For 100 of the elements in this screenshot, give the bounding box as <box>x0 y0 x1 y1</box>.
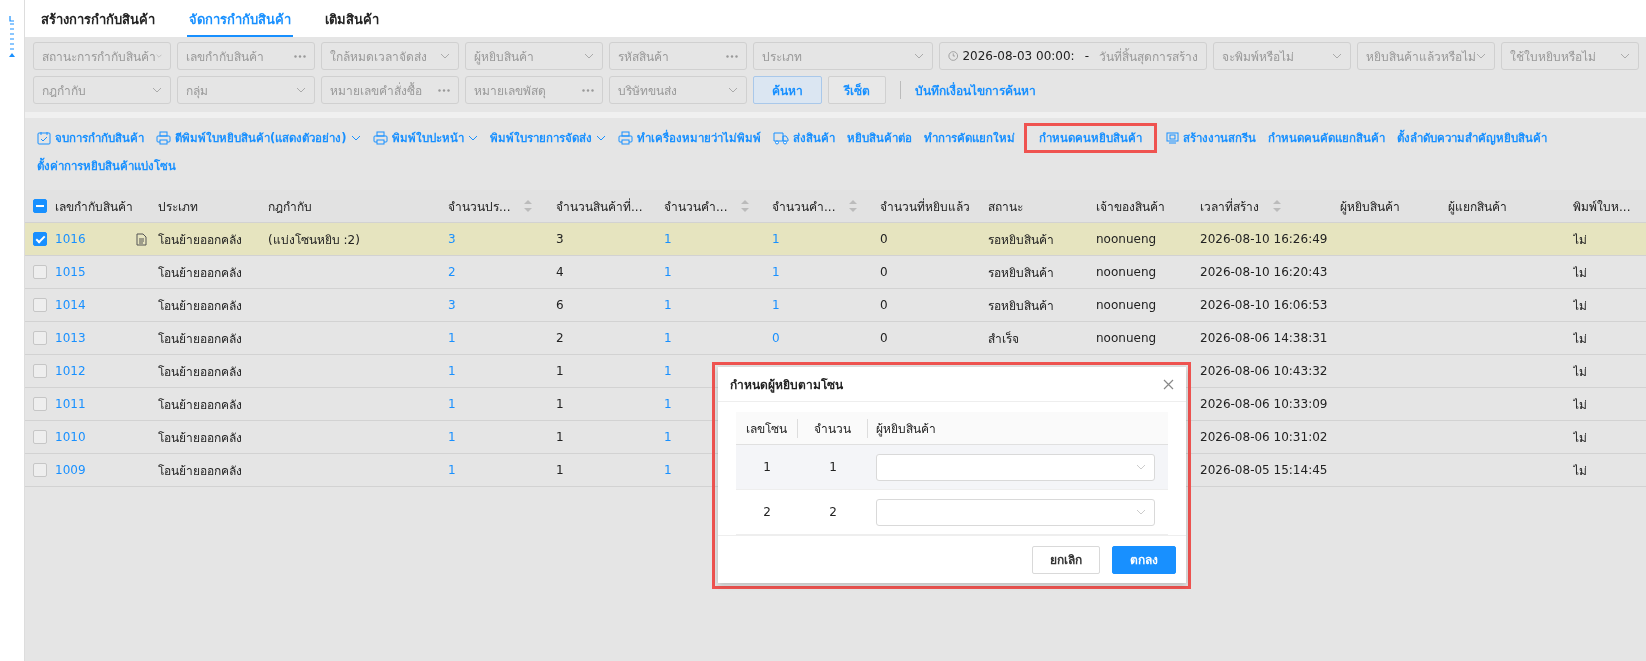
ok-button[interactable]: ตกลง <box>1112 545 1176 574</box>
toolbar-action[interactable]: ตีพิมพ์ใบหยิบสินค้า(แสดงตัวอย่าง) <box>156 126 361 150</box>
count-link[interactable]: 1 <box>772 232 780 246</box>
select-field[interactable]: ใช้ใบหยิบหรือไม่ <box>1501 42 1639 70</box>
count-link[interactable]: 3 <box>448 232 456 246</box>
table-cell: noonueng <box>1096 331 1157 345</box>
count-link[interactable]: 1 <box>664 430 672 444</box>
table-row[interactable]: 1015 โอนย้ายออกคลัง 2 4 1 1 0 รอหยิบสินค้า noonueng 2026-08-10 16:20:43 ไม่ <box>25 256 1646 289</box>
toolbar-action[interactable]: พิมพ์ใบรายการจัดส่ง <box>489 126 606 150</box>
select-field[interactable]: บริษัทขนส่ง <box>609 76 747 104</box>
count-link[interactable]: 1 <box>664 331 672 345</box>
toolbar-action[interactable]: ทำการคัดแยกใหม่ <box>923 126 1015 150</box>
toolbar-action[interactable]: ส่งสินค้า <box>772 126 835 150</box>
input-field[interactable]: เลขกำกับสินค้า <box>177 42 315 70</box>
order-link[interactable]: 1013 <box>55 331 86 345</box>
count-link[interactable]: 3 <box>448 298 456 312</box>
tab[interactable]: จัดการกำกับสินค้า <box>187 0 293 37</box>
input-field[interactable]: รหัสสินค้า <box>609 42 747 70</box>
count-link[interactable]: 1 <box>448 397 456 411</box>
select-field[interactable]: ใกล้หมดเวลาจัดส่ง <box>321 42 459 70</box>
count-link[interactable]: 1 <box>664 232 672 246</box>
count-link[interactable]: 1 <box>772 298 780 312</box>
chevron-down-icon <box>1620 53 1630 59</box>
row-checkbox[interactable] <box>33 232 47 246</box>
column-header[interactable]: เวลาที่สร้าง <box>1200 196 1281 216</box>
row-checkbox[interactable] <box>33 265 47 279</box>
count-link[interactable]: 1 <box>448 430 456 444</box>
count-link[interactable]: 1 <box>664 397 672 411</box>
count-link[interactable]: 1 <box>448 331 456 345</box>
sort-icon[interactable] <box>1273 199 1281 213</box>
count-link[interactable]: 2 <box>448 265 456 279</box>
count-link[interactable]: 1 <box>664 364 672 378</box>
count-link[interactable]: 1 <box>448 364 456 378</box>
count-link[interactable]: 1 <box>664 463 672 477</box>
column-header[interactable]: จำนวนปร... <box>448 196 533 216</box>
toolbar-action[interactable]: ตั้งค่าการหยิบสินค้าแบ่งโซน <box>37 154 176 178</box>
table-cell: 0 <box>880 331 888 345</box>
search-button[interactable]: ค้นหา <box>753 76 822 104</box>
order-link[interactable]: 1016 <box>55 232 86 246</box>
row-checkbox[interactable] <box>33 430 47 444</box>
table-row[interactable]: 1016 โอนย้ายออกคลัง (แบ่งโซนหยิบ :2) 3 3 1 1 0 รอหยิบสินค้า noonueng 2026-08-10 16:26:49 ไม่ <box>25 223 1646 256</box>
collapse-handle-icon[interactable] <box>8 14 16 58</box>
picker-select[interactable] <box>876 453 1155 481</box>
order-link[interactable]: 1011 <box>55 397 86 411</box>
table-row[interactable]: 1014 โอนย้ายออกคลัง 3 6 1 1 0 รอหยิบสินค้า noonueng 2026-08-10 16:06:53 ไม่ <box>25 289 1646 322</box>
tab[interactable]: เติมสินค้า <box>323 0 381 37</box>
column-header[interactable]: จำนวนคำ... <box>664 196 750 216</box>
select-field[interactable]: กลุ่ม <box>177 76 315 104</box>
row-checkbox[interactable] <box>33 397 47 411</box>
select-field[interactable]: จะพิมพ์หรือไม่ <box>1213 42 1351 70</box>
select-field[interactable]: กฎกำกับ <box>33 76 171 104</box>
input-field[interactable]: หมายเลขคำสั่งซื้อ <box>321 76 459 104</box>
toolbar-action[interactable]: ทำเครื่องหมายว่าไม่พิมพ์ <box>617 126 761 150</box>
select-field[interactable]: ประเภท <box>753 42 933 70</box>
toolbar-action[interactable]: ตั้งลำดับความสำคัญหยิบสินค้า <box>1396 126 1547 150</box>
count-link[interactable]: 1 <box>772 265 780 279</box>
toolbar-action[interactable]: สร้างงานสกรีน <box>1165 126 1256 150</box>
row-checkbox[interactable] <box>33 364 47 378</box>
column-header: จำนวนสินค้าที่... <box>556 197 643 216</box>
count-link[interactable]: 1 <box>664 298 672 312</box>
date-range-field[interactable]: 2026-08-03 00:00: - วันที่สิ้นสุดการสร้าง <box>939 42 1207 70</box>
toolbar-action[interactable]: จบการกำกับสินค้า <box>37 126 144 150</box>
row-checkbox[interactable] <box>33 463 47 477</box>
order-link[interactable]: 1012 <box>55 364 86 378</box>
table-row[interactable]: 1013 โอนย้ายออกคลัง 1 2 1 0 0 สำเร็จ noonueng 2026-08-06 14:38:31 ไม่ <box>25 322 1646 355</box>
input-field[interactable]: หมายเลขพัสดุ <box>465 76 603 104</box>
toolbar-action[interactable]: พิมพ์ใบปะหน้า <box>372 126 478 150</box>
printer-icon <box>617 131 633 145</box>
toolbar-action[interactable]: กำหนดคนหยิบสินค้า <box>1026 126 1154 150</box>
column-header: พิมพ์ใบห... <box>1573 198 1631 216</box>
document-icon[interactable] <box>135 232 147 246</box>
order-link[interactable]: 1010 <box>55 430 86 444</box>
placeholder: สถานะการกำกับสินค้า <box>42 48 156 66</box>
count-link[interactable]: 1 <box>448 463 456 477</box>
toolbar-action[interactable]: หยิบสินค้าต่อ <box>846 126 912 150</box>
column-header: เลขกำกับสินค้า <box>55 198 133 216</box>
select-field[interactable]: หยิบสินค้าแล้วหรือไม่ <box>1357 42 1495 70</box>
count-link[interactable]: 1 <box>664 265 672 279</box>
save-search-link[interactable]: บันทึกเงื่อนไขการค้นหา <box>915 80 1036 100</box>
select-field[interactable]: ผู้หยิบสินค้า <box>465 42 603 70</box>
select-all-checkbox[interactable] <box>33 199 47 213</box>
table-cell: 4 <box>556 265 564 279</box>
row-checkbox[interactable] <box>33 298 47 312</box>
more-icon <box>726 54 738 58</box>
close-icon[interactable] <box>1163 378 1174 390</box>
select-field[interactable]: สถานะการกำกับสินค้า <box>33 42 171 70</box>
picker-select[interactable] <box>876 498 1155 526</box>
count-link[interactable]: 0 <box>772 331 780 345</box>
column-header[interactable]: จำนวนคำ... <box>772 196 858 216</box>
sort-icon[interactable] <box>849 199 858 213</box>
sort-icon[interactable] <box>741 199 750 213</box>
cancel-button[interactable]: ยกเลิก <box>1032 545 1100 574</box>
sort-icon[interactable] <box>524 199 533 213</box>
row-checkbox[interactable] <box>33 331 47 345</box>
order-link[interactable]: 1014 <box>55 298 86 312</box>
tab[interactable]: สร้างการกำกับสินค้า <box>39 0 157 37</box>
toolbar-action[interactable]: กำหนดคนคัดแยกสินค้า <box>1267 126 1385 150</box>
order-link[interactable]: 1015 <box>55 265 86 279</box>
order-link[interactable]: 1009 <box>55 463 86 477</box>
reset-button[interactable]: รีเซ็ต <box>828 76 886 104</box>
